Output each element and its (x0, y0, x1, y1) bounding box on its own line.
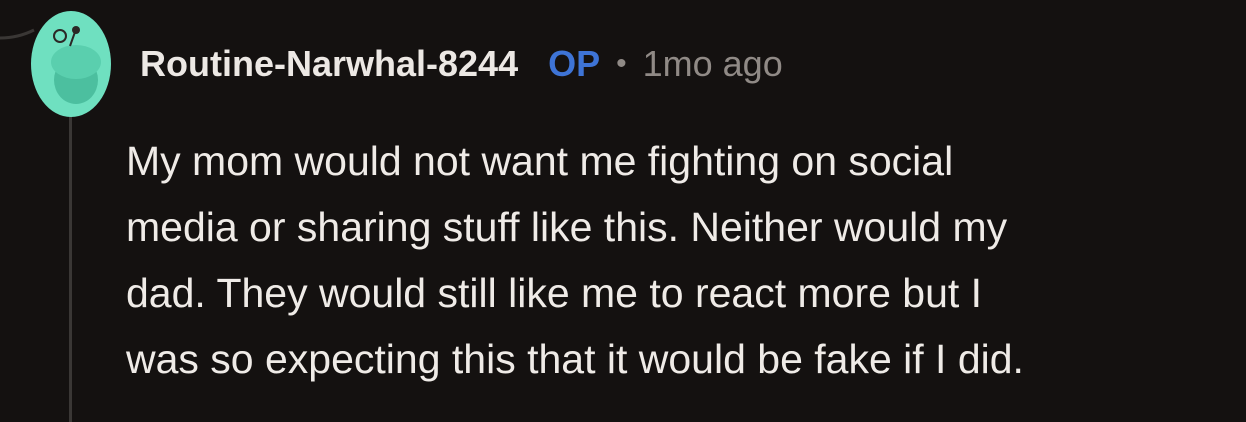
comment-thread: Routine-Narwhal-8244 OP • 1mo ago My mom… (0, 0, 1246, 422)
comment-header: Routine-Narwhal-8244 OP • 1mo ago (140, 40, 783, 88)
comment-body: My mom would not want me fighting on soc… (126, 128, 1226, 392)
op-badge: OP (548, 43, 601, 84)
separator-dot: • (616, 47, 627, 80)
author-username[interactable]: Routine-Narwhal-8244 (140, 43, 518, 85)
user-avatar[interactable] (30, 10, 112, 118)
comment-line: My mom would not want me fighting on soc… (126, 138, 954, 184)
comment-line: dad. They would still like me to react m… (126, 270, 983, 316)
comment-line: media or sharing stuff like this. Neithe… (126, 204, 1008, 250)
thread-collapse-line[interactable] (69, 110, 72, 422)
comment-timestamp[interactable]: 1mo ago (643, 43, 783, 85)
comment-line: was so expecting this that it would be f… (126, 336, 1024, 382)
